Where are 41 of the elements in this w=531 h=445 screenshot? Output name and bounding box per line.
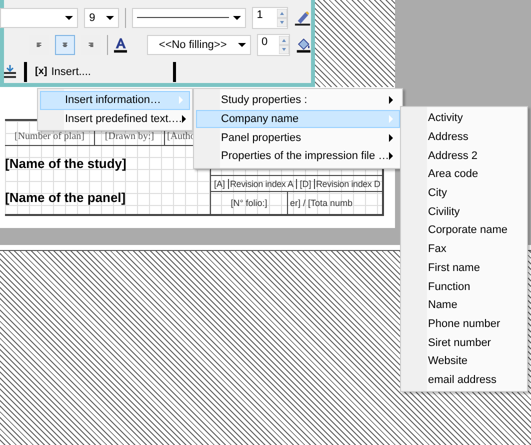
font-size-dropdown[interactable]: 9 <box>84 8 119 28</box>
align-button[interactable] <box>54 34 75 54</box>
menu-item[interactable]: Activity <box>403 109 525 128</box>
menu-item[interactable]: Phone number <box>403 314 525 334</box>
menu-item[interactable]: Properties of the impression file … <box>196 147 400 166</box>
revision-text: Revision index A <box>229 178 297 188</box>
menu-item[interactable]: Area code <box>403 165 525 184</box>
line-width-spinner[interactable]: 1 <box>252 6 288 28</box>
insert-row-icon[interactable] <box>2 64 18 80</box>
fill-dropdown[interactable]: <<No filling>> <box>147 34 251 54</box>
menu-item[interactable]: Study properties : <box>196 91 400 110</box>
revision-index: [A] <box>211 178 229 188</box>
menu-item[interactable]: Website <box>403 352 525 371</box>
study-name: [Name of the study] <box>5 156 128 170</box>
menu-item[interactable]: Address 2 <box>403 146 525 166</box>
menu-item[interactable]: Fax <box>403 240 525 258</box>
menu-item[interactable]: Company name <box>196 110 400 128</box>
insert-button[interactable]: [x] Insert.... <box>33 66 93 78</box>
menu-item[interactable]: City <box>403 184 525 202</box>
spinner-arrows-icon[interactable] <box>276 8 287 26</box>
menu-item[interactable]: email address <box>403 370 525 390</box>
menu-item[interactable]: First name <box>403 258 525 278</box>
menu-item[interactable]: Insert information… <box>40 91 190 110</box>
revision-index: [D] <box>297 178 315 188</box>
menu-item[interactable]: Name <box>403 296 525 315</box>
menu-item[interactable]: Panel properties <box>196 128 400 148</box>
menu-item[interactable]: Address <box>403 128 525 146</box>
revision-text: Revision index D <box>315 178 382 188</box>
page-total: er] / [Tota numb <box>289 198 353 208</box>
paint-bucket-icon[interactable] <box>296 36 311 54</box>
font-color-icon[interactable] <box>114 36 128 54</box>
menu-item[interactable]: Corporate name <box>403 221 525 240</box>
menu-item[interactable]: Civility <box>403 202 525 222</box>
line-style-dropdown[interactable] <box>132 8 246 28</box>
menu-item[interactable]: Function <box>403 277 525 296</box>
panel-name: [Name of the panel] <box>5 190 127 204</box>
folio-label: [N° folio:] <box>211 192 288 214</box>
spinner-arrows-icon[interactable] <box>278 36 289 54</box>
menu-item[interactable]: Siret number <box>403 333 525 352</box>
pen-icon[interactable] <box>294 8 311 26</box>
fill-spacing-spinner[interactable]: 0 <box>256 34 290 56</box>
